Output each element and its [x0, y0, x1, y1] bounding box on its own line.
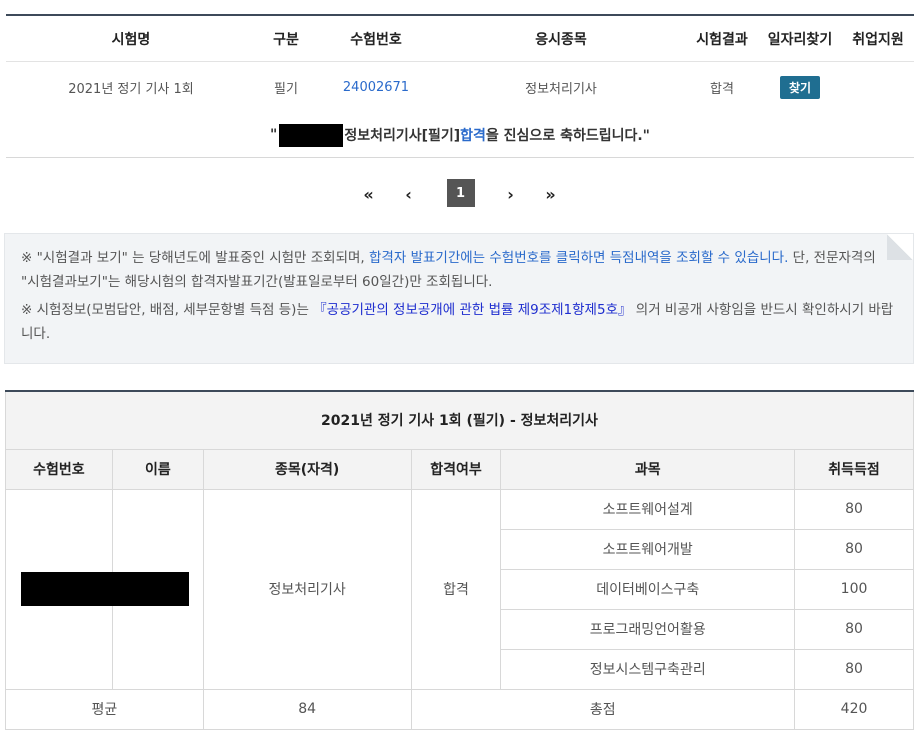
average-label: 평균 — [5, 688, 204, 730]
header-subject: 응시종목 — [535, 31, 587, 48]
score-summary-row: 평균 84 총점 420 — [5, 688, 914, 730]
score-table-title: 2021년 정기 기사 1회 (필기) - 정보처리기사 — [5, 390, 914, 450]
job-search-cell: 찾기 — [758, 76, 842, 99]
score-pass-status: 합격 — [410, 488, 502, 690]
score-header-row: 수험번호 이름 종목(자격) 합격여부 과목 취득득점 — [5, 448, 914, 490]
header-job-support: 취업지원 — [852, 31, 904, 48]
exam-name: 2021년 정기 기사 1회 — [68, 82, 194, 97]
subject-name: 정보시스템구축관리 — [500, 648, 796, 690]
current-page-button[interactable]: 1 — [446, 179, 475, 207]
page-fold-icon — [887, 234, 913, 260]
subject-score: 100 — [794, 568, 914, 610]
exam-result: 합격 — [710, 82, 734, 97]
congrats-pass: 합격 — [460, 128, 486, 144]
congrats-post: 을 진심으로 축하드립니다." — [485, 128, 650, 144]
exam-subject: 정보처리기사 — [525, 82, 597, 97]
congrats-open-quote: " — [270, 127, 278, 143]
score-header-qualification: 종목(자격) — [202, 448, 412, 490]
average-value: 84 — [202, 688, 412, 730]
exam-result-header-row: 시험명 구분 수험번호 응시종목 시험결과 일자리찾기 취업지원 — [6, 16, 914, 61]
score-header-score: 취득득점 — [794, 448, 914, 490]
notice-1b: 합격자 발표기간에는 수험번호를 클릭하면 득점내역을 조회할 수 있습니다. — [369, 250, 789, 266]
pagination: « ‹ 1 › » — [0, 179, 919, 209]
subject-score: 80 — [794, 608, 914, 650]
exam-type: 필기 — [274, 82, 298, 97]
subject-score: 80 — [794, 488, 914, 530]
exam-number-cell: 24002671 — [316, 80, 436, 95]
subject-score: 80 — [794, 648, 914, 690]
notice-line-1: ※ "시험결과 보기" 는 당해년도에 발표중인 시험만 조회되며, 합격자 발… — [21, 246, 897, 294]
last-page-button[interactable]: » — [536, 179, 566, 209]
notice-1a: ※ "시험결과 보기" 는 당해년도에 발표중인 시험만 조회되며, — [21, 250, 370, 266]
subject-score: 80 — [794, 528, 914, 570]
subject-name: 데이터베이스구축 — [500, 568, 796, 610]
subject-name: 프로그래밍언어활용 — [500, 608, 796, 650]
first-page-button[interactable]: « — [354, 179, 384, 209]
congrats-pre: 정보처리기사[필기] — [344, 128, 461, 144]
score-header-subject: 과목 — [500, 448, 796, 490]
score-row: 정보처리기사 합격 소프트웨어설계 80 — [5, 488, 914, 690]
prev-page-button[interactable]: ‹ — [394, 179, 424, 209]
total-label: 총점 — [410, 688, 796, 730]
header-job-search: 일자리찾기 — [767, 31, 833, 48]
redacted-exam-id — [21, 572, 189, 606]
score-header-exam-number: 수험번호 — [5, 448, 113, 490]
exam-number-link[interactable]: 24002671 — [343, 80, 409, 95]
total-value: 420 — [794, 688, 914, 730]
header-result: 시험결과 — [696, 31, 748, 48]
header-type: 구분 — [273, 31, 299, 48]
notice-2a: ※ 시험정보(모범답안, 배점, 세부문항별 득점 등)는 — [21, 302, 314, 318]
congratulations-message: " 정보처리기사[필기] 합격 을 진심으로 축하드립니다." — [6, 113, 914, 158]
redacted-name — [279, 123, 344, 147]
header-exam-name: 시험명 — [111, 31, 151, 48]
score-table: 2021년 정기 기사 1회 (필기) - 정보처리기사 수험번호 이름 종목(… — [5, 390, 914, 730]
notice-line-2: ※ 시험정보(모범답안, 배점, 세부문항별 득점 등)는 『공공기관의 정보공… — [21, 298, 897, 346]
notice-box: ※ "시험결과 보기" 는 당해년도에 발표중인 시험만 조회되며, 합격자 발… — [4, 233, 914, 364]
score-header-name: 이름 — [111, 448, 204, 490]
score-qualification: 정보처리기사 — [202, 488, 412, 690]
notice-2b-law-link[interactable]: 『공공기관의 정보공개에 관한 법률 제9조제1항제5호』 — [313, 302, 631, 318]
exam-result-table: 시험명 구분 수험번호 응시종목 시험결과 일자리찾기 취업지원 2021년 정… — [6, 14, 914, 158]
subject-name: 소프트웨어설계 — [500, 488, 796, 530]
next-page-button[interactable]: › — [496, 179, 526, 209]
subject-name: 소프트웨어개발 — [500, 528, 796, 570]
score-header-pass: 합격여부 — [410, 448, 502, 490]
exam-result-row: 2021년 정기 기사 1회 필기 24002671 정보처리기사 합격 찾기 — [6, 61, 914, 113]
header-exam-number: 수험번호 — [350, 31, 402, 48]
find-job-button[interactable]: 찾기 — [779, 76, 821, 99]
